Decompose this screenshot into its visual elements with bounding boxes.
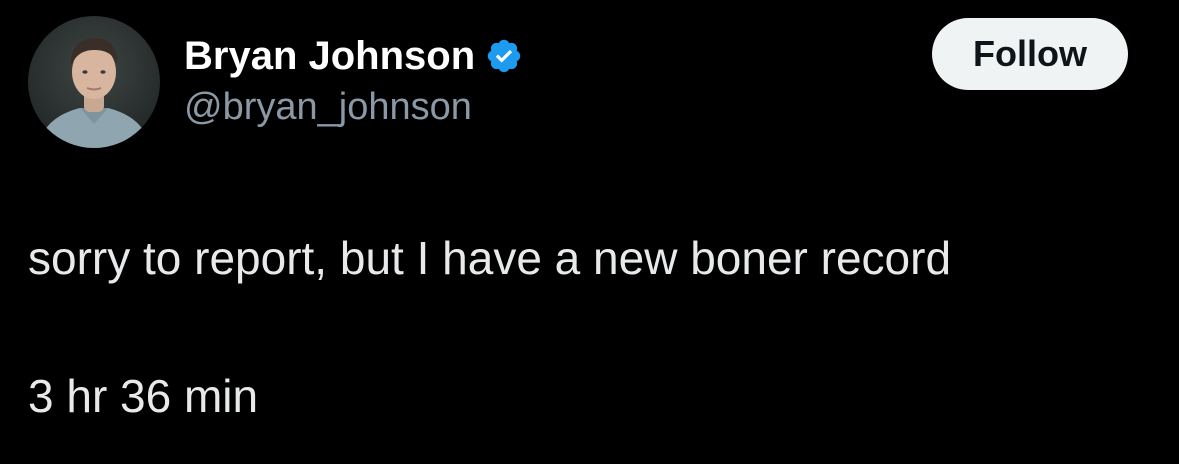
avatar[interactable] [28, 16, 160, 148]
follow-button[interactable]: Follow [932, 18, 1128, 90]
verified-badge-icon [485, 37, 523, 75]
author-name-row: Bryan Johnson [184, 30, 523, 82]
author-handle[interactable]: @bryan_johnson [184, 86, 472, 129]
tweet-text-line: sorry to report, but I have a new boner … [28, 232, 952, 284]
avatar-image [38, 38, 150, 148]
tweet-card: Bryan Johnson @bryan_johnson Follow sorr… [0, 0, 1179, 464]
tweet-text: sorry to report, but I have a new boner … [28, 228, 1148, 426]
tweet-text-line: 3 hr 36 min [28, 370, 259, 422]
author-display-name[interactable]: Bryan Johnson [184, 34, 475, 79]
